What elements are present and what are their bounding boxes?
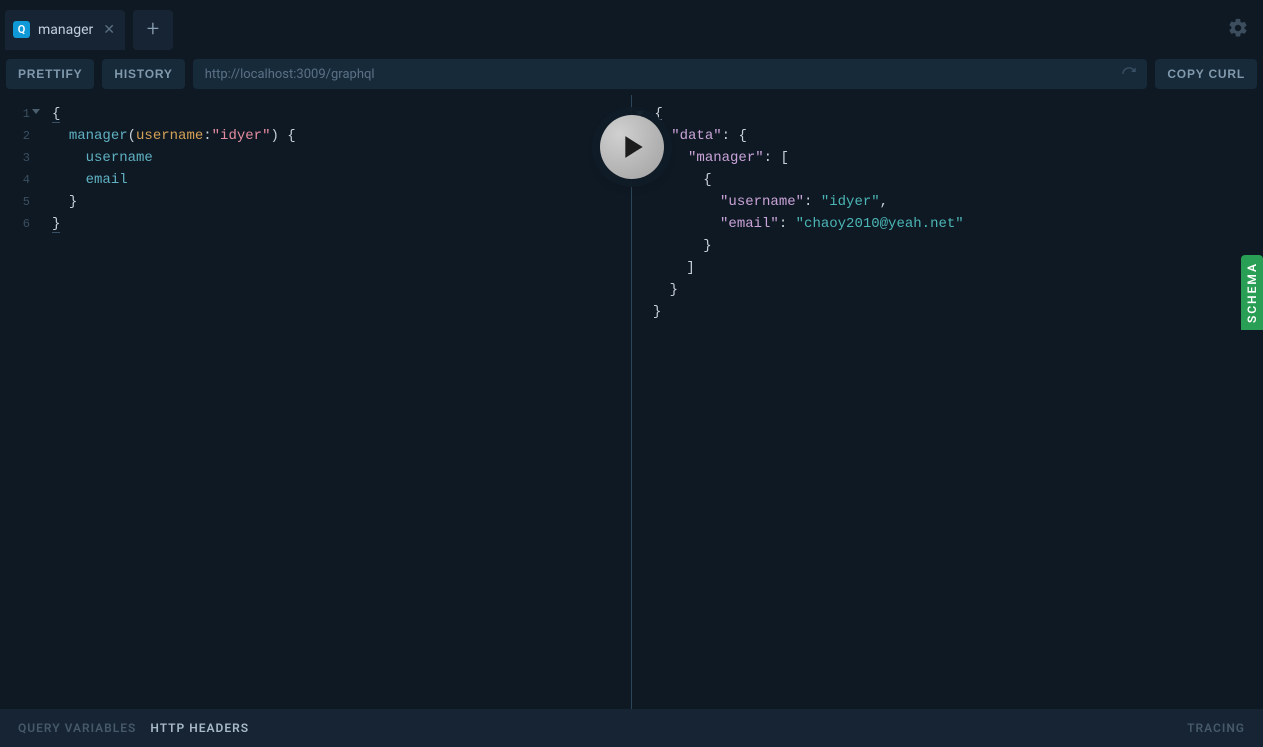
reload-icon[interactable]	[1121, 66, 1137, 82]
main-split: 1 2 3 4 5 6 { manager(username:"idyer") …	[0, 95, 1263, 709]
result-viewer[interactable]: { "data": { "manager": [ { "username": "…	[632, 95, 1263, 323]
tab-bar: Q manager ✕ +	[0, 0, 1263, 53]
endpoint-url-box[interactable]	[193, 59, 1148, 89]
tab-tracing[interactable]: TRACING	[1187, 721, 1245, 735]
query-editor-pane[interactable]: 1 2 3 4 5 6 { manager(username:"idyer") …	[0, 95, 631, 709]
editor-gutter: 1 2 3 4 5 6	[0, 103, 36, 235]
tab-http-headers[interactable]: HTTP HEADERS	[150, 721, 249, 735]
endpoint-url-input[interactable]	[203, 66, 1122, 83]
settings-icon[interactable]	[1227, 17, 1249, 43]
fold-icon[interactable]	[32, 109, 40, 114]
close-tab-icon[interactable]: ✕	[103, 23, 115, 37]
copy-curl-button[interactable]: COPY CURL	[1155, 59, 1257, 89]
tab-type-badge: Q	[13, 21, 30, 38]
query-editor[interactable]: { manager(username:"idyer") { username e…	[36, 103, 296, 235]
new-tab-button[interactable]: +	[133, 10, 173, 50]
plus-icon: +	[147, 17, 159, 42]
play-icon	[623, 134, 645, 160]
tab-manager[interactable]: Q manager ✕	[5, 10, 125, 50]
prettify-button[interactable]: PRETTIFY	[6, 59, 94, 89]
footer-bar: QUERY VARIABLES HTTP HEADERS TRACING	[0, 709, 1263, 747]
schema-panel-toggle[interactable]: SCHEMA	[1241, 255, 1263, 330]
tab-label: manager	[38, 22, 93, 38]
history-button[interactable]: HISTORY	[102, 59, 184, 89]
result-pane: { "data": { "manager": [ { "username": "…	[632, 95, 1263, 709]
toolbar: PRETTIFY HISTORY COPY CURL	[0, 53, 1263, 95]
execute-button[interactable]	[600, 115, 664, 179]
tab-query-variables[interactable]: QUERY VARIABLES	[18, 721, 136, 735]
